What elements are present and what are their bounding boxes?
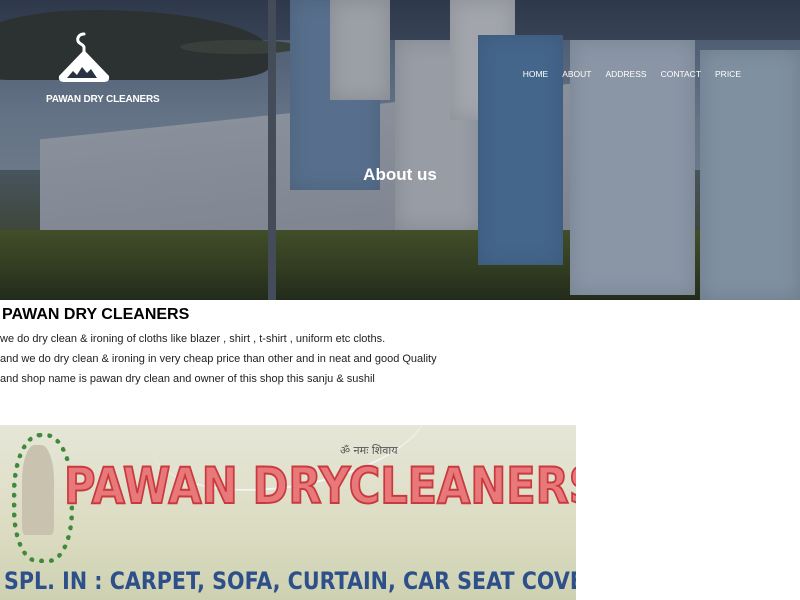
shop-sign-photo: ॐ नमः शिवाय PAWAN DRYCLEANERS SPL. IN : … xyxy=(0,425,576,600)
about-line-3: and shop name is pawan dry clean and own… xyxy=(0,373,375,385)
about-line-2: and we do dry clean & ironing in very ch… xyxy=(0,353,437,365)
nav-address[interactable]: ADDRESS xyxy=(598,69,653,79)
saint-portrait xyxy=(22,445,54,535)
brand-name: PAWAN DRY CLEANERS xyxy=(46,94,160,105)
brand-logo[interactable]: PAWAN DRY CLEANERS xyxy=(46,28,160,110)
about-heading: PAWAN DRY CLEANERS xyxy=(2,306,190,323)
nav-about[interactable]: ABOUT xyxy=(555,69,598,79)
about-line-1: we do dry clean & ironing of cloths like… xyxy=(0,333,386,345)
page-title: About us xyxy=(363,165,437,185)
sign-subtitle: SPL. IN : CARPET, SOFA, CURTAIN, CAR SEA… xyxy=(4,567,576,595)
nav-contact[interactable]: CONTACT xyxy=(654,69,708,79)
hanger-icon xyxy=(58,32,110,82)
main-nav: HOME ABOUT ADDRESS CONTACT PRICE xyxy=(516,69,748,79)
sign-invocation: ॐ नमः शिवाय xyxy=(340,444,398,457)
nav-home[interactable]: HOME xyxy=(516,69,556,79)
about-section: PAWAN DRY CLEANERS we do dry clean & iro… xyxy=(0,305,800,389)
hero-banner: PAWAN DRY CLEANERS HOME ABOUT ADDRESS CO… xyxy=(0,0,800,300)
sign-title: PAWAN DRYCLEANERS xyxy=(63,456,576,516)
nav-price[interactable]: PRICE xyxy=(708,69,748,79)
